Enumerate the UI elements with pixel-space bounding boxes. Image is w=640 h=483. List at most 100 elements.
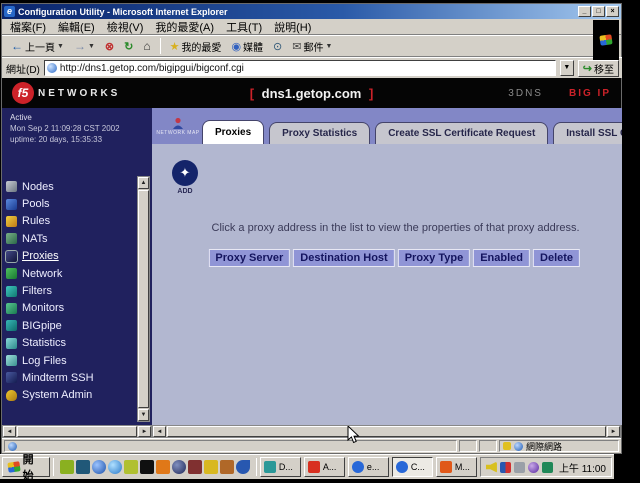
quick-launch-icon[interactable] <box>76 460 90 474</box>
tab-create-ssl-certificate-request[interactable]: Create SSL Certificate Request <box>375 122 548 144</box>
start-button[interactable]: 開始 <box>2 457 50 477</box>
task-button-ie-active[interactable]: C... <box>392 457 433 477</box>
quick-launch-icon[interactable] <box>60 460 74 474</box>
sidebar-item-mindterm-ssh[interactable]: Mindterm SSH <box>6 369 134 386</box>
f5-banner: f5 NETWORKS [ dns1.getop.com ] 3DNS BIG … <box>2 78 621 108</box>
refresh-button[interactable]: ↻ <box>121 39 136 54</box>
minimize-button[interactable]: _ <box>578 6 591 17</box>
sidebar-nav: Nodes Pools Rules NATs Proxies Network F… <box>6 178 134 404</box>
tray-icon[interactable] <box>528 462 539 473</box>
menu-view[interactable]: 檢視(V) <box>107 19 144 35</box>
maximize-button[interactable]: □ <box>592 6 605 17</box>
sidebar-item-log-files[interactable]: Log Files <box>6 352 134 369</box>
sidebar-item-label: Nodes <box>22 181 54 193</box>
task-button-label: C... <box>411 462 425 472</box>
scroll-left-icon[interactable]: ◄ <box>153 426 166 437</box>
menu-file[interactable]: 檔案(F) <box>10 19 46 35</box>
favorites-label: 我的最愛 <box>181 39 221 54</box>
tray-icon[interactable] <box>500 462 511 473</box>
add-proxy-button[interactable]: ✦ ADD <box>170 160 200 195</box>
unit-status: Active <box>10 112 146 123</box>
title-bar[interactable]: e Configuration Utility - Microsoft Inte… <box>2 4 621 19</box>
nats-icon <box>6 233 17 244</box>
tab-proxy-statistics[interactable]: Proxy Statistics <box>269 122 370 144</box>
quick-launch-icon[interactable] <box>108 460 122 474</box>
menu-help[interactable]: 說明(H) <box>274 19 311 35</box>
scrollbar-thumb[interactable] <box>138 190 149 408</box>
sidebar-item-nodes[interactable]: Nodes <box>6 178 134 195</box>
sidebar-item-system-admin[interactable]: System Admin <box>6 387 134 404</box>
scroll-left-icon[interactable]: ◄ <box>3 426 16 437</box>
sidebar-item-filters[interactable]: Filters <box>6 282 134 299</box>
network-map-button[interactable]: NETWORK MAP <box>154 108 202 144</box>
forward-button[interactable]: → ▼ <box>71 38 98 54</box>
address-input[interactable]: http://dns1.getop.com/bigipgui/bigconf.c… <box>44 60 556 76</box>
address-dropdown-icon[interactable]: ▼ <box>560 60 574 76</box>
go-button[interactable]: ↪ 移至 <box>578 60 619 77</box>
menu-edit[interactable]: 編輯(E) <box>58 19 95 35</box>
status-bar: 網際網路 <box>2 438 621 453</box>
filters-icon <box>6 286 17 297</box>
link-3dns[interactable]: 3DNS <box>508 88 543 99</box>
menu-favorites[interactable]: 我的最愛(A) <box>155 19 214 35</box>
sidebar-item-nats[interactable]: NATs <box>6 230 134 247</box>
tray-icon[interactable] <box>542 462 553 473</box>
address-url[interactable]: http://dns1.getop.com/bigipgui/bigconf.c… <box>60 63 244 74</box>
column-enabled: Enabled <box>473 249 530 267</box>
sidebar-item-rules[interactable]: Rules <box>6 213 134 230</box>
home-button[interactable]: ⌂ <box>140 38 153 54</box>
menu-bar: 檔案(F) 編輯(E) 檢視(V) 我的最愛(A) 工具(T) 說明(H) <box>2 19 621 35</box>
quick-launch-icon[interactable] <box>236 460 250 474</box>
log-files-icon <box>6 355 17 366</box>
mail-dropdown-icon[interactable]: ▼ <box>325 43 332 50</box>
quick-launch-icon[interactable] <box>156 460 170 474</box>
quick-launch-icon[interactable] <box>188 460 202 474</box>
task-button-3[interactable]: e... <box>348 457 389 477</box>
menu-tools[interactable]: 工具(T) <box>226 19 262 35</box>
task-button-1[interactable]: D... <box>260 457 301 477</box>
quick-launch-icon[interactable] <box>140 460 154 474</box>
scrollbar-thumb[interactable] <box>17 426 137 437</box>
task-button-2[interactable]: A... <box>304 457 345 477</box>
link-bigip[interactable]: BIG IP <box>569 88 611 99</box>
scroll-right-icon[interactable]: ► <box>607 426 620 437</box>
sidebar-item-bigpipe[interactable]: BIGpipe <box>6 317 134 334</box>
quick-launch-icon[interactable] <box>124 460 138 474</box>
mindterm-ssh-icon <box>6 372 17 383</box>
sidebar-horizontal-scrollbar[interactable]: ◄ ► <box>2 425 152 438</box>
back-dropdown-icon[interactable]: ▼ <box>57 43 64 50</box>
quick-launch-icon[interactable] <box>220 460 234 474</box>
history-button[interactable]: ⊙ <box>270 39 285 54</box>
quick-launch-icon[interactable] <box>92 460 106 474</box>
scroll-right-icon[interactable]: ► <box>138 426 151 437</box>
ie-window: e Configuration Utility - Microsoft Inte… <box>1 3 622 454</box>
tab-proxies[interactable]: Proxies <box>202 120 264 144</box>
main-horizontal-scrollbar[interactable]: ◄ ► <box>152 425 621 438</box>
pools-icon <box>6 199 17 210</box>
tray-icon[interactable] <box>514 462 525 473</box>
mail-button[interactable]: ✉ 郵件 ▼ <box>289 38 335 55</box>
sidebar-item-statistics[interactable]: Statistics <box>6 335 134 352</box>
forward-dropdown-icon[interactable]: ▼ <box>88 43 95 50</box>
sidebar-vertical-scrollbar[interactable]: ▲ ▼ <box>137 176 150 422</box>
media-button[interactable]: ◉ 媒體 <box>228 38 266 55</box>
sidebar-item-proxies[interactable]: Proxies <box>6 248 134 265</box>
scrollbar-thumb[interactable] <box>167 426 606 437</box>
favorites-button[interactable]: ★ 我的最愛 <box>167 38 225 55</box>
stop-button[interactable]: ⊗ <box>102 39 117 54</box>
quick-launch-icon[interactable] <box>204 460 218 474</box>
task-button-label: D... <box>279 462 293 472</box>
task-button-5[interactable]: M... <box>436 457 477 477</box>
back-button[interactable]: ← 上一頁 ▼ <box>8 38 67 55</box>
scroll-up-icon[interactable]: ▲ <box>138 177 149 189</box>
sidebar-item-network[interactable]: Network <box>6 265 134 282</box>
volume-icon[interactable] <box>486 462 497 473</box>
sidebar-item-monitors[interactable]: Monitors <box>6 300 134 317</box>
scroll-down-icon[interactable]: ▼ <box>138 409 149 421</box>
sidebar-item-pools[interactable]: Pools <box>6 195 134 212</box>
forward-arrow-icon: → <box>74 39 86 53</box>
mouse-cursor <box>347 426 361 444</box>
back-arrow-icon: ← <box>11 39 23 53</box>
close-button[interactable]: × <box>606 6 619 17</box>
quick-launch-icon[interactable] <box>172 460 186 474</box>
